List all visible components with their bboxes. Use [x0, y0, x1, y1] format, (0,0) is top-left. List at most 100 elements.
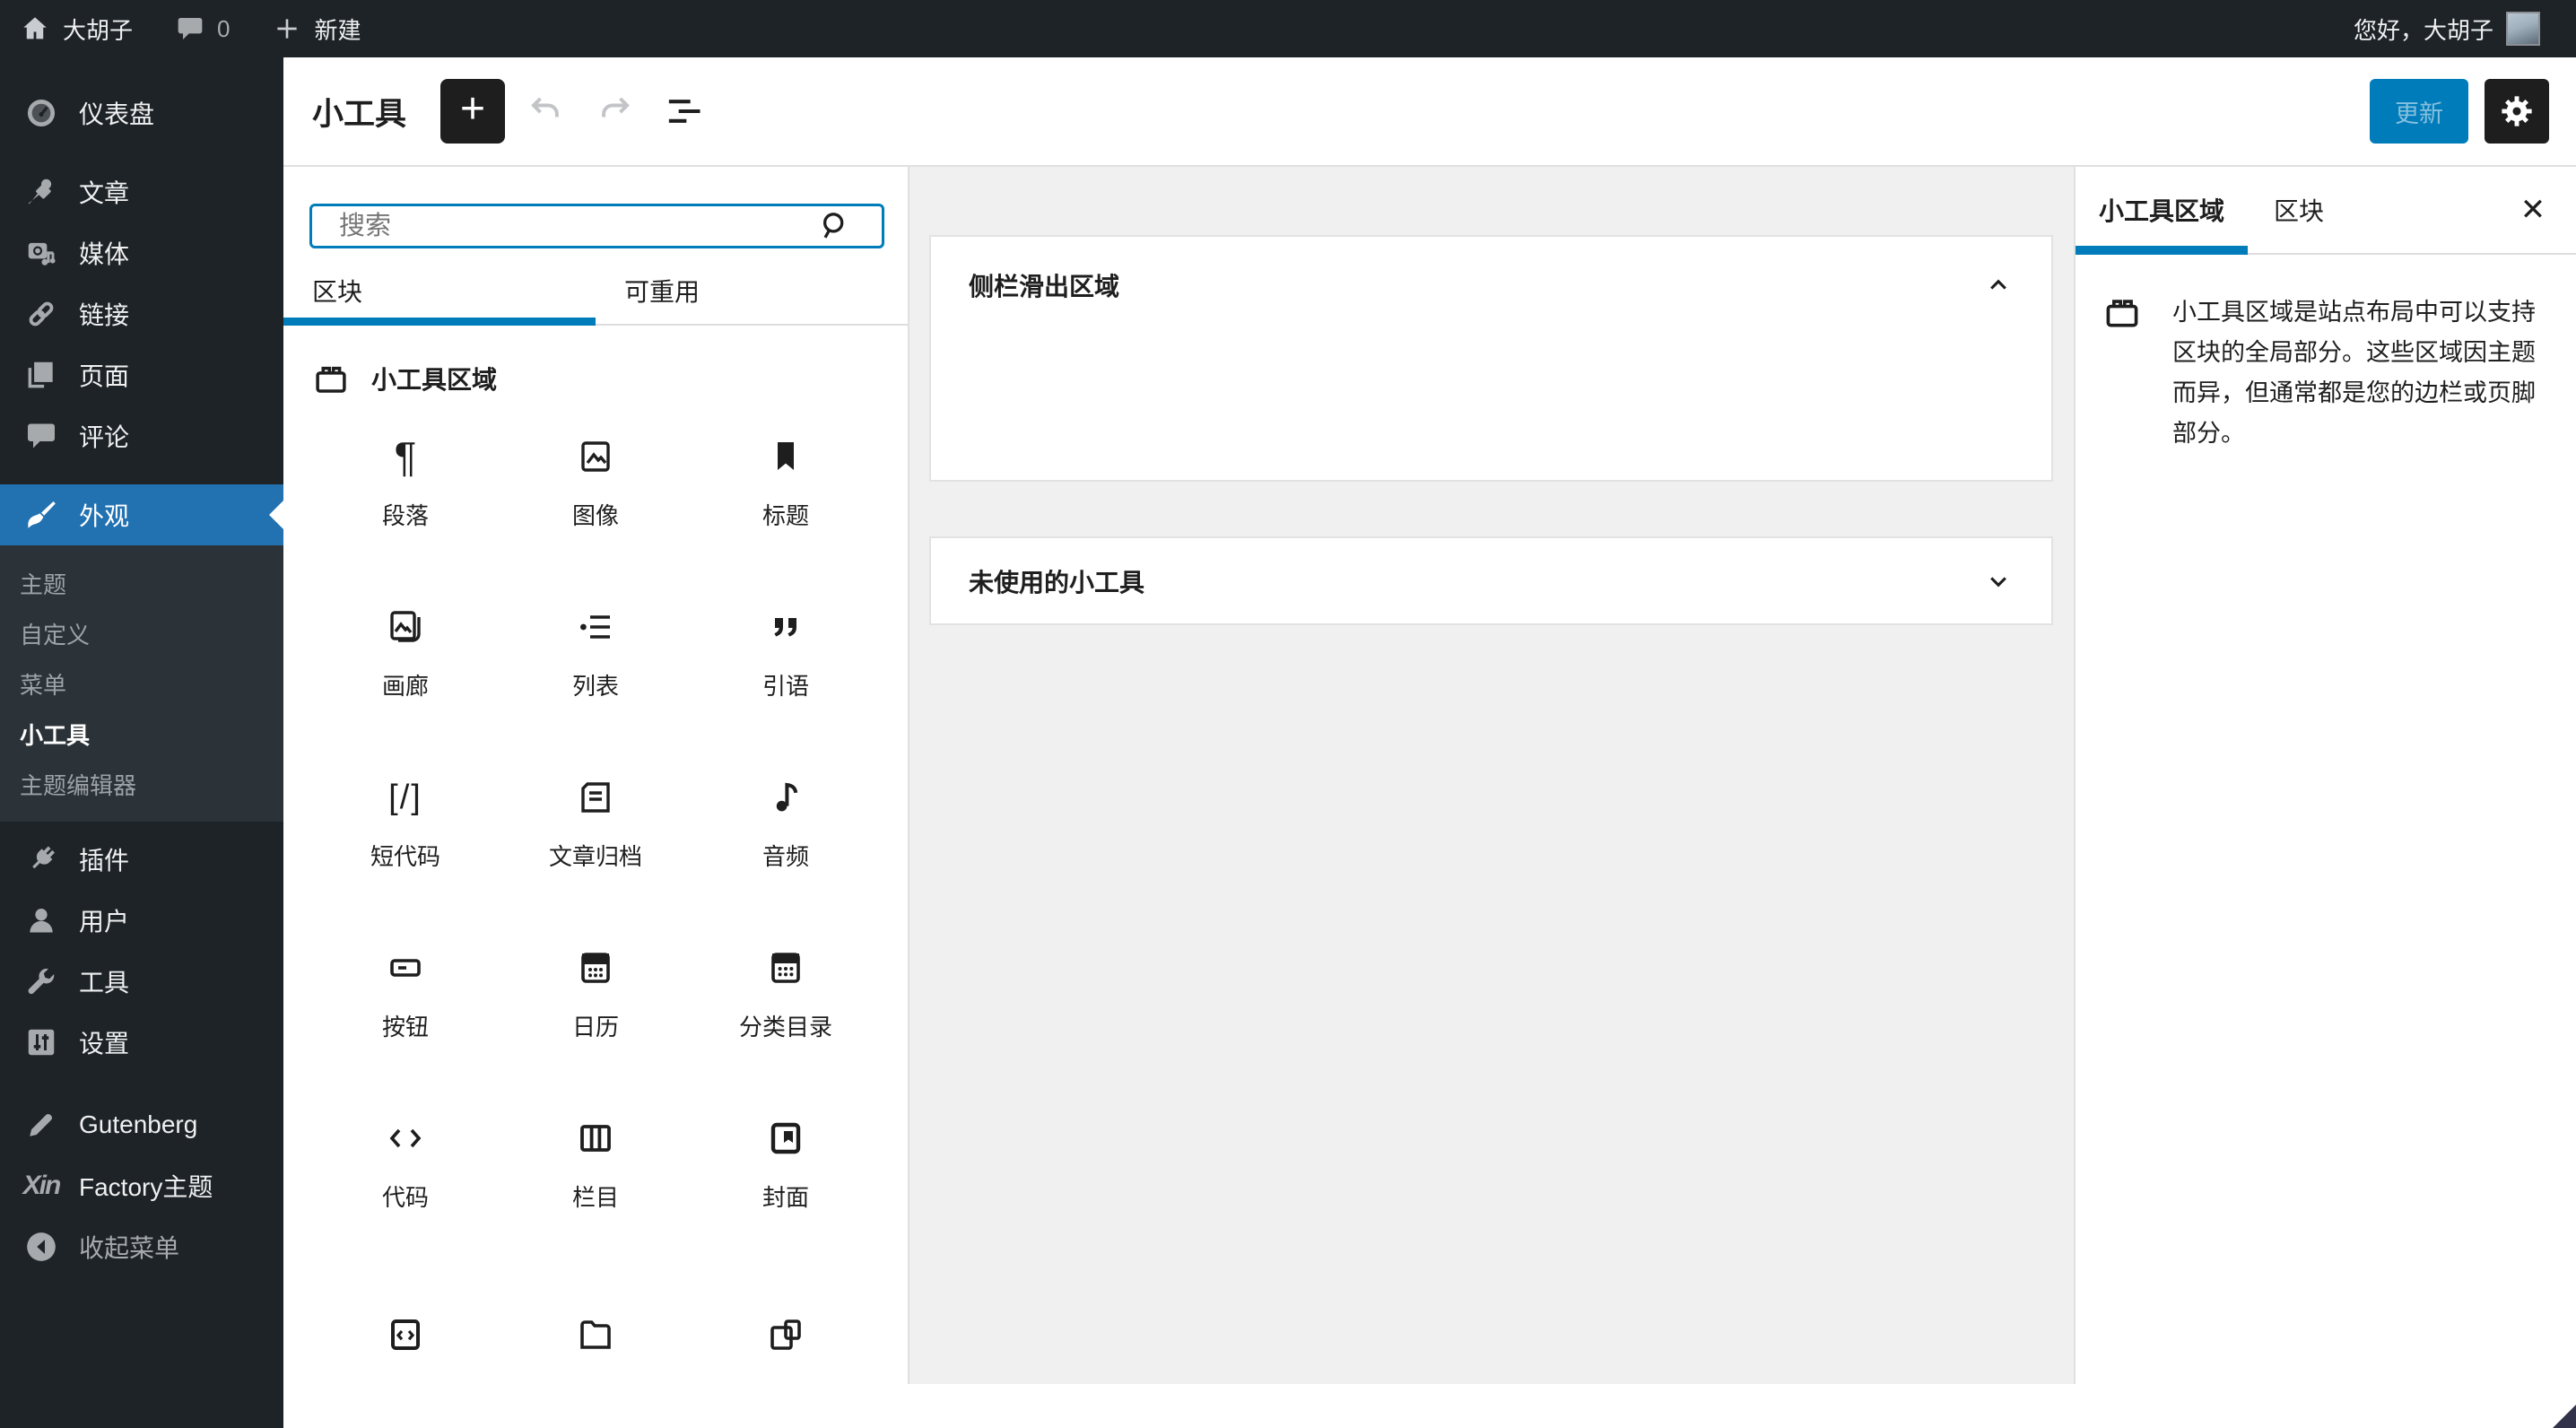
- submenu-item-themes[interactable]: 主题: [0, 558, 283, 608]
- block-item-shortcode[interactable]: [/] 短代码: [310, 738, 500, 909]
- sidebar-item-comments[interactable]: 评论: [0, 405, 283, 466]
- block-inserter-toggle-button[interactable]: +: [440, 79, 506, 144]
- user-icon: [23, 902, 59, 938]
- admin-bar-greeting: 您好，大胡子: [2353, 16, 2493, 44]
- pencil-icon: [23, 1107, 59, 1143]
- categories-icon: [764, 946, 807, 989]
- sidebar-item-links[interactable]: 链接: [0, 283, 283, 344]
- block-item-calendar[interactable]: 日历: [500, 909, 691, 1079]
- admin-bar: 大胡子 0 新建 您好，大胡子: [0, 0, 2576, 57]
- blocks-grid: ¶ 段落 图像 标题 画廊 列表 引语 [/] 短代码 文章归档 音频 按钮 日…: [283, 397, 908, 1384]
- bottom-strip: [283, 1384, 2576, 1428]
- sidebar-item-label: Gutenberg: [79, 1110, 198, 1138]
- sidebar-item-dashboard[interactable]: 仪表盘: [0, 83, 283, 144]
- image-icon: [574, 435, 617, 478]
- sidebar-item-gutenberg[interactable]: Gutenberg: [0, 1094, 283, 1155]
- block-item-categories[interactable]: 分类目录: [691, 909, 881, 1079]
- sidebar-item-label: 媒体: [79, 240, 130, 268]
- search-icon: [815, 206, 855, 246]
- block-item-columns[interactable]: 栏目: [500, 1079, 691, 1250]
- block-item-paragraph[interactable]: ¶ 段落: [310, 397, 500, 568]
- widget-area-info: 小工具区域是站点布局中可以支持区块的全局部分。这些区域因主题而异，但通常都是您的…: [2076, 255, 2576, 454]
- tab-reusable[interactable]: 可重用: [596, 257, 908, 324]
- search-input[interactable]: [339, 211, 801, 241]
- block-item-partial-file[interactable]: [500, 1250, 691, 1384]
- sidebar-item-label: 收起菜单: [79, 1234, 180, 1262]
- tab-block[interactable]: 区块: [2248, 167, 2350, 253]
- columns-icon: [574, 1117, 617, 1160]
- admin-bar-comments[interactable]: 0: [154, 0, 251, 57]
- sidebar-item-collapse-menu[interactable]: 收起菜单: [0, 1216, 283, 1277]
- pages-icon: [23, 357, 59, 393]
- widget-area-inactive: 未使用的小工具: [929, 536, 2053, 625]
- block-inserter-panel: 区块 可重用 小工具区域 ¶ 段落: [283, 167, 909, 1384]
- block-item-partial-custom-html[interactable]: [310, 1250, 500, 1384]
- widget-area-section-header: 小工具区域: [312, 360, 879, 397]
- block-item-partial-group[interactable]: [691, 1250, 881, 1384]
- close-sidebar-button[interactable]: ✕: [2506, 183, 2560, 237]
- brush-icon: [23, 497, 59, 533]
- block-item-heading[interactable]: 标题: [691, 397, 881, 568]
- block-item-archives[interactable]: 文章归档: [500, 738, 691, 909]
- dashboard-icon: [23, 95, 59, 131]
- widget-area-sidebar-slideout: 侧栏滑出区域: [929, 235, 2053, 482]
- sidebar-item-label: 仪表盘: [79, 100, 155, 128]
- current-menu-arrow: [269, 501, 283, 529]
- sidebar-item-tools[interactable]: 工具: [0, 951, 283, 1012]
- undo-icon: [531, 97, 559, 118]
- admin-bar-new[interactable]: 新建: [251, 0, 382, 57]
- admin-bar-account[interactable]: 您好，大胡子: [2332, 12, 2562, 46]
- submenu-item-theme-editor[interactable]: 主题编辑器: [0, 759, 283, 809]
- inserter-tabs: 区块 可重用: [283, 257, 908, 326]
- chevron-down-icon: [1983, 566, 2014, 596]
- sidebar-item-media[interactable]: 媒体: [0, 222, 283, 283]
- update-button[interactable]: 更新: [2370, 79, 2468, 144]
- plus-icon: +: [460, 84, 486, 133]
- chain-icon: [23, 296, 59, 332]
- settings-toggle-button[interactable]: [2485, 79, 2549, 144]
- tab-blocks[interactable]: 区块: [283, 257, 596, 326]
- submenu-item-customize[interactable]: 自定义: [0, 608, 283, 658]
- admin-bar-site-link[interactable]: 大胡子: [0, 0, 154, 57]
- block-item-code[interactable]: 代码: [310, 1079, 500, 1250]
- button-block-icon: [384, 946, 427, 989]
- widget-area-header[interactable]: 侧栏滑出区域: [931, 237, 2051, 334]
- section-title: 小工具区域: [371, 366, 498, 394]
- block-item-quote[interactable]: 引语: [691, 568, 881, 738]
- widget-area-header[interactable]: 未使用的小工具: [931, 538, 2051, 623]
- block-item-cover[interactable]: 封面: [691, 1079, 881, 1250]
- sidebar-item-settings[interactable]: 设置: [0, 1012, 283, 1073]
- block-item-image[interactable]: 图像: [500, 397, 691, 568]
- mouse-cursor: [2553, 1405, 2576, 1428]
- block-item-list[interactable]: 列表: [500, 568, 691, 738]
- block-item-gallery[interactable]: 画廊: [310, 568, 500, 738]
- block-item-audio[interactable]: 音频: [691, 738, 881, 909]
- custom-html-icon: [384, 1313, 427, 1356]
- sidebar-item-xin-factory-theme[interactable]: Xin Factory主题: [0, 1155, 283, 1216]
- list-icon: [574, 605, 617, 649]
- admin-bar-comment-count: 0: [217, 14, 231, 42]
- sidebar-item-appearance[interactable]: 外观: [0, 484, 283, 545]
- sidebar-item-users[interactable]: 用户: [0, 890, 283, 951]
- submenu-item-menus[interactable]: 菜单: [0, 658, 283, 709]
- appearance-submenu: 主题 自定义 菜单 小工具 主题编辑器: [0, 545, 283, 822]
- sidebar-item-plugins[interactable]: 插件: [0, 829, 283, 890]
- settings-sidebar: 小工具区域 区块 ✕ 小工具区域是站点布局中可以支持区块的全局部分。这些区域因主…: [2074, 167, 2576, 1384]
- sidebar-item-posts[interactable]: 文章: [0, 161, 283, 222]
- plugin-icon: [23, 841, 59, 877]
- bookmark-icon: [764, 435, 807, 478]
- redo-button[interactable]: [586, 83, 643, 140]
- submenu-item-widgets[interactable]: 小工具: [0, 709, 283, 759]
- sidebar-item-label: 文章: [79, 179, 130, 207]
- plus-icon: [273, 14, 301, 43]
- undo-button[interactable]: [518, 83, 575, 140]
- list-view-button[interactable]: [654, 83, 711, 140]
- block-item-button[interactable]: 按钮: [310, 909, 500, 1079]
- sidebar-item-pages[interactable]: 页面: [0, 344, 283, 405]
- tab-widget-area[interactable]: 小工具区域: [2076, 167, 2248, 255]
- widget-area-icon: [312, 360, 350, 397]
- cover-icon: [764, 1117, 807, 1160]
- pushpin-icon: [23, 174, 59, 210]
- page-title: 小工具: [312, 96, 407, 132]
- sidebar-item-label: 链接: [79, 301, 130, 329]
